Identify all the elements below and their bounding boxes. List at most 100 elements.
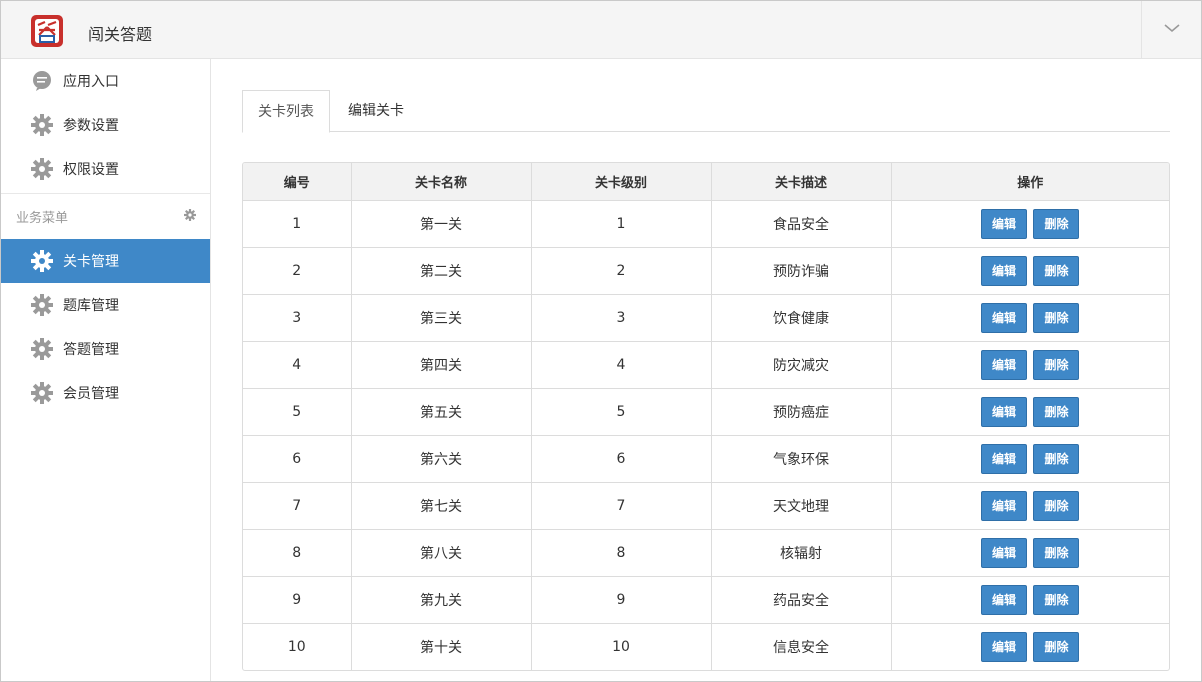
delete-button[interactable]: 删除 [1033, 537, 1080, 568]
app-title: 闯关答题 [88, 25, 153, 44]
delete-button[interactable]: 删除 [1033, 443, 1080, 474]
cell-name: 第五关 [351, 388, 532, 436]
table-body: 1 第一关 1 食品安全 编辑 删除 2 第二关 2 预防诈骗 编辑 删除 3 第三关 3 饮食健康 编辑 … [243, 200, 1169, 670]
cell-id: 7 [243, 482, 352, 530]
cell-name: 第一关 [351, 200, 532, 248]
cell-name: 第四关 [351, 341, 532, 389]
sidebar-item-label: 关卡管理 [63, 254, 119, 270]
cell-id: 4 [243, 341, 352, 389]
cell-actions: 编辑 删除 [891, 247, 1169, 295]
tab-bar: 关卡列表 编辑关卡 [242, 90, 1170, 133]
delete-button[interactable]: 删除 [1033, 396, 1080, 427]
chevron-down-icon [1163, 22, 1181, 38]
delete-button[interactable]: 删除 [1033, 631, 1080, 662]
app-window: 闯关答题 应用入口 参数设置 权限设置 业务菜单 关卡管理 题库管理 答题管理 … [0, 0, 1202, 682]
gear-icon [31, 294, 53, 316]
gear-icon [31, 158, 53, 180]
tab-level-list[interactable]: 关卡列表 [242, 90, 330, 133]
cell-id: 3 [243, 294, 352, 342]
edit-button[interactable]: 编辑 [981, 631, 1028, 662]
col-header-level: 关卡级别 [531, 163, 712, 201]
cell-desc: 药品安全 [711, 576, 892, 624]
cell-name: 第八关 [351, 529, 532, 577]
edit-button[interactable]: 编辑 [981, 349, 1028, 380]
table-row: 8 第八关 8 核辐射 编辑 删除 [243, 529, 1169, 577]
sidebar-item-app-entry[interactable]: 应用入口 [1, 59, 210, 103]
col-header-id: 编号 [243, 163, 352, 201]
cell-level: 10 [531, 623, 712, 670]
cell-level: 5 [531, 388, 712, 436]
cell-id: 1 [243, 200, 352, 248]
sidebar-item-label: 答题管理 [63, 342, 119, 358]
sidebar-item-level-management[interactable]: 关卡管理 [1, 239, 210, 283]
cell-desc: 饮食健康 [711, 294, 892, 342]
col-header-name: 关卡名称 [351, 163, 532, 201]
cell-level: 1 [531, 200, 712, 248]
sidebar-item-label: 应用入口 [63, 74, 119, 90]
delete-button[interactable]: 删除 [1033, 490, 1080, 521]
header-collapse-toggle[interactable] [1142, 1, 1201, 59]
edit-button[interactable]: 编辑 [981, 302, 1028, 333]
table-row: 2 第二关 2 预防诈骗 编辑 删除 [243, 247, 1169, 295]
delete-button[interactable]: 删除 [1033, 255, 1080, 286]
delete-button[interactable]: 删除 [1033, 349, 1080, 380]
cell-desc: 核辐射 [711, 529, 892, 577]
sidebar-item-label: 会员管理 [63, 386, 119, 402]
table-header-row: 编号 关卡名称 关卡级别 关卡描述 操作 [243, 163, 1169, 201]
sidebar-item-question-bank[interactable]: 题库管理 [1, 283, 210, 327]
table-row: 1 第一关 1 食品安全 编辑 删除 [243, 200, 1169, 248]
cell-actions: 编辑 删除 [891, 341, 1169, 389]
cell-id: 10 [243, 623, 352, 670]
gear-icon [31, 338, 53, 360]
sidebar-section-label: 业务菜单 [16, 211, 69, 226]
sidebar-item-params[interactable]: 参数设置 [1, 103, 210, 147]
table-row: 9 第九关 9 药品安全 编辑 删除 [243, 576, 1169, 624]
cell-id: 2 [243, 247, 352, 295]
sidebar-item-answer-management[interactable]: 答题管理 [1, 327, 210, 371]
section-settings-icon[interactable] [184, 208, 196, 225]
cell-desc: 预防癌症 [711, 388, 892, 436]
table-row: 5 第五关 5 预防癌症 编辑 删除 [243, 388, 1169, 436]
sidebar-section-header: 业务菜单 [1, 193, 210, 239]
edit-button[interactable]: 编辑 [981, 537, 1028, 568]
table-row: 3 第三关 3 饮食健康 编辑 删除 [243, 294, 1169, 342]
gear-icon [31, 114, 53, 136]
cell-name: 第七关 [351, 482, 532, 530]
cell-actions: 编辑 删除 [891, 435, 1169, 483]
edit-button[interactable]: 编辑 [981, 396, 1028, 427]
cell-actions: 编辑 删除 [891, 200, 1169, 248]
gear-icon [31, 382, 53, 404]
cell-desc: 食品安全 [711, 200, 892, 248]
sidebar-item-permissions[interactable]: 权限设置 [1, 147, 210, 191]
edit-button[interactable]: 编辑 [981, 255, 1028, 286]
cell-level: 2 [531, 247, 712, 295]
cell-desc: 气象环保 [711, 435, 892, 483]
cell-name: 第九关 [351, 576, 532, 624]
top-header: 闯关答题 [1, 1, 1201, 59]
edit-button[interactable]: 编辑 [981, 443, 1028, 474]
edit-button[interactable]: 编辑 [981, 490, 1028, 521]
main-content: 关卡列表 编辑关卡 编号 关卡名称 关卡级别 关卡描述 操作 1 第一关 1 食品安 [212, 60, 1201, 681]
cell-actions: 编辑 删除 [891, 482, 1169, 530]
delete-button[interactable]: 删除 [1033, 584, 1080, 615]
sidebar-item-member-management[interactable]: 会员管理 [1, 371, 210, 415]
cell-actions: 编辑 删除 [891, 388, 1169, 436]
table-row: 6 第六关 6 气象环保 编辑 删除 [243, 435, 1169, 483]
delete-button[interactable]: 删除 [1033, 302, 1080, 333]
edit-button[interactable]: 编辑 [981, 584, 1028, 615]
chat-icon [31, 70, 53, 92]
app-logo [29, 13, 65, 49]
delete-button[interactable]: 删除 [1033, 208, 1080, 239]
cell-actions: 编辑 删除 [891, 623, 1169, 670]
cell-level: 4 [531, 341, 712, 389]
sidebar-item-label: 权限设置 [63, 162, 119, 178]
sidebar-item-label: 题库管理 [63, 298, 119, 314]
cell-name: 第三关 [351, 294, 532, 342]
cell-actions: 编辑 删除 [891, 529, 1169, 577]
cell-level: 3 [531, 294, 712, 342]
tab-edit-level[interactable]: 编辑关卡 [334, 90, 418, 132]
cell-id: 5 [243, 388, 352, 436]
cell-name: 第二关 [351, 247, 532, 295]
cell-id: 6 [243, 435, 352, 483]
edit-button[interactable]: 编辑 [981, 208, 1028, 239]
